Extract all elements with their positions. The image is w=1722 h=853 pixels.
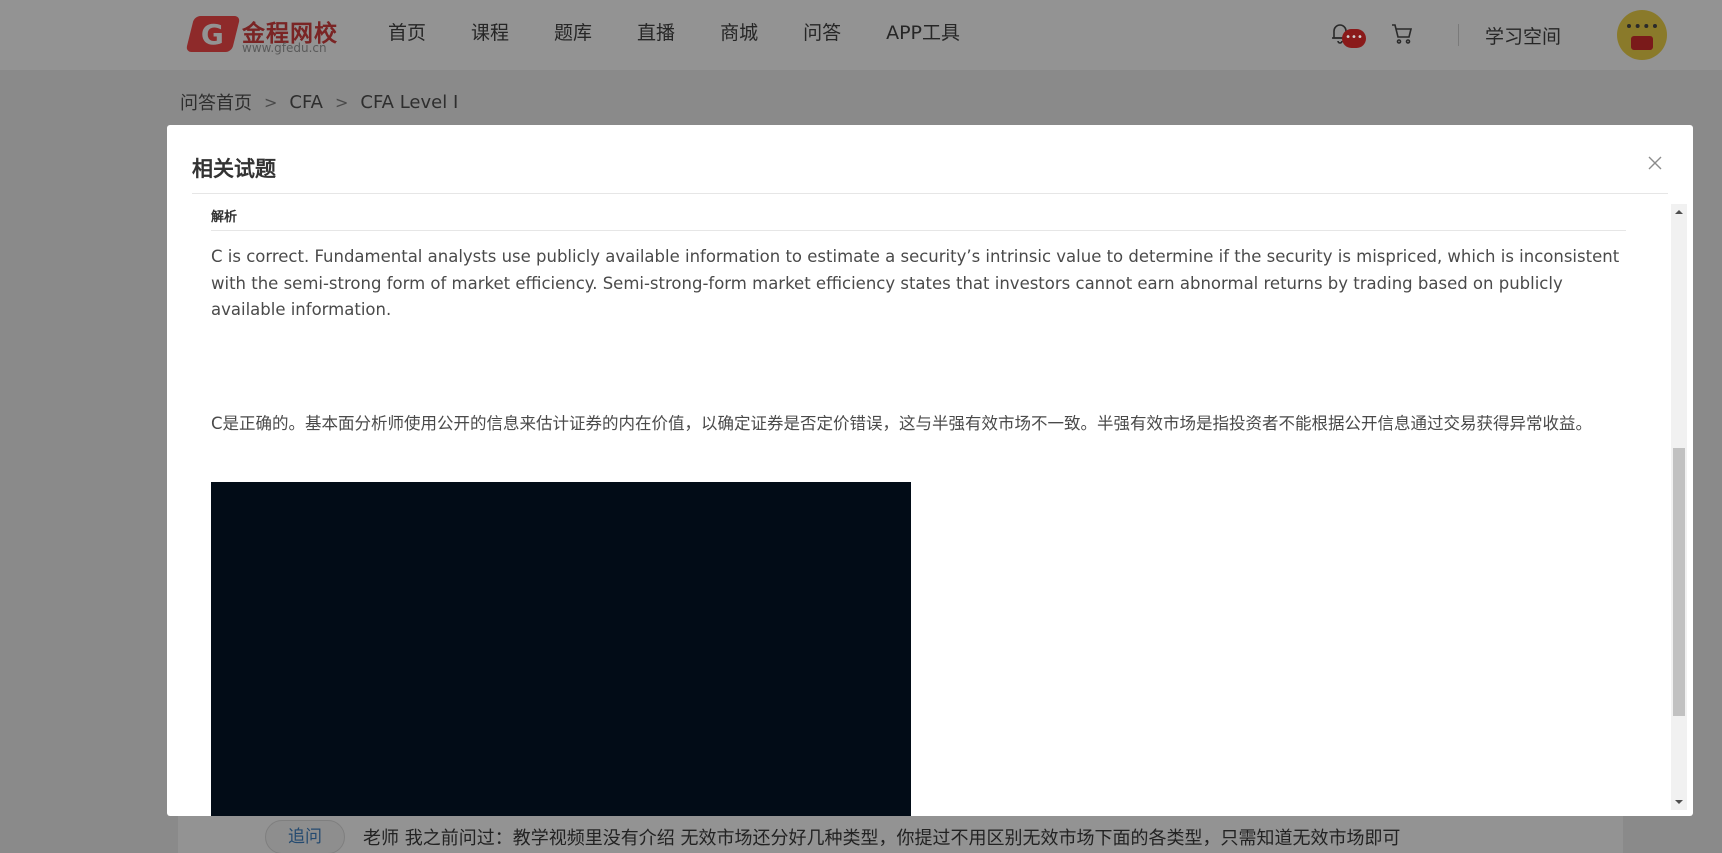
nav-item-question-bank[interactable]: 题库 bbox=[554, 18, 592, 45]
study-space-link[interactable]: 学习空间 bbox=[1485, 22, 1561, 49]
followup-text: 老师 我之前问过：教学视频里没有介绍 无效市场还分好几种类型，你提过不用区别无效… bbox=[363, 828, 1401, 849]
modal-scroll-body[interactable]: 解析 C is correct. Fundamental analysts us… bbox=[211, 194, 1646, 816]
header-divider bbox=[1458, 24, 1459, 46]
nav-item-mall[interactable]: 商城 bbox=[720, 18, 758, 45]
close-icon[interactable] bbox=[1647, 155, 1667, 175]
section-label-explanation: 解析 bbox=[211, 210, 238, 225]
related-question-modal: 相关试题 解析 C is correct. Fundamental analys… bbox=[167, 125, 1693, 816]
logo-url: www.gfedu.cn bbox=[242, 41, 327, 55]
explanation-image bbox=[211, 482, 911, 816]
breadcrumb-item-cfa-level-1[interactable]: CFA Level I bbox=[360, 92, 458, 113]
scroll-up-arrow-icon[interactable] bbox=[1671, 204, 1687, 220]
cart-icon[interactable] bbox=[1390, 22, 1414, 46]
breadcrumb: 问答首页 > CFA > CFA Level I bbox=[180, 89, 458, 115]
nav-item-qa[interactable]: 问答 bbox=[803, 18, 841, 45]
breadcrumb-item-cfa[interactable]: CFA bbox=[289, 92, 323, 113]
notification-badge: ••• bbox=[1342, 29, 1366, 48]
scrollbar-thumb[interactable] bbox=[1673, 448, 1685, 716]
main-nav: 首页 课程 题库 直播 商城 问答 APP工具 bbox=[388, 18, 1005, 45]
chevron-right-icon: > bbox=[335, 92, 349, 112]
nav-item-app-tools[interactable]: APP工具 bbox=[886, 18, 960, 45]
nav-item-courses[interactable]: 课程 bbox=[471, 18, 509, 45]
site-logo[interactable]: 金程网校 www.gfedu.cn bbox=[185, 14, 340, 56]
breadcrumb-item-qa-home[interactable]: 问答首页 bbox=[180, 89, 252, 115]
scroll-down-arrow-icon[interactable] bbox=[1671, 794, 1687, 810]
section-divider bbox=[211, 230, 1626, 231]
avatar[interactable] bbox=[1617, 10, 1667, 60]
logo-mark-icon bbox=[185, 16, 241, 52]
explanation-chinese: C是正确的。基本面分析师使用公开的信息来估计证券的内在价值，以确定证券是否定价错… bbox=[211, 414, 1593, 433]
explanation-english: C is correct. Fundamental analysts use p… bbox=[211, 247, 1620, 319]
top-navigation-bar: 金程网校 www.gfedu.cn 首页 课程 题库 直播 商城 问答 APP工… bbox=[0, 0, 1722, 70]
nav-item-live[interactable]: 直播 bbox=[637, 18, 675, 45]
followup-button[interactable]: 追问 bbox=[265, 820, 345, 853]
modal-scrollbar[interactable] bbox=[1671, 204, 1687, 810]
chevron-right-icon: > bbox=[264, 92, 278, 112]
nav-item-home[interactable]: 首页 bbox=[388, 18, 426, 45]
modal-title: 相关试题 bbox=[192, 157, 276, 181]
followup-row: 追问 老师 我之前问过：教学视频里没有介绍 无效市场还分好几种类型，你提过不用区… bbox=[265, 820, 1400, 853]
